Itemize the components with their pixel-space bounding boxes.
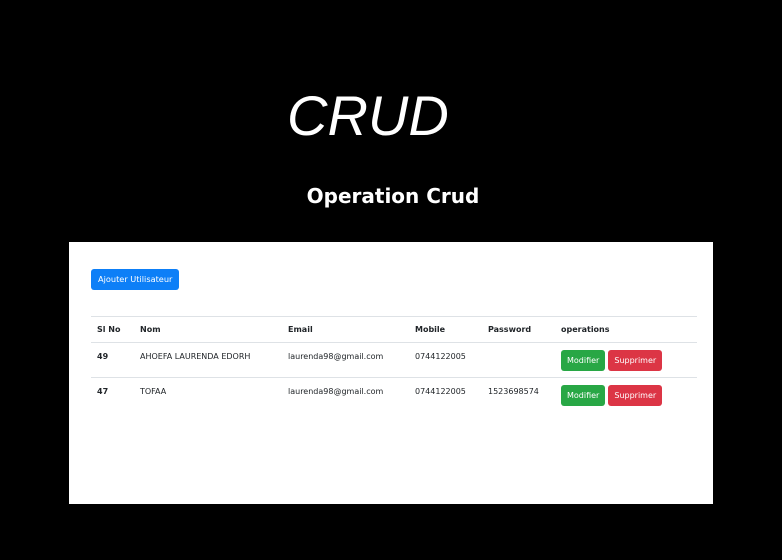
add-user-button[interactable]: Ajouter Utilisateur [91,269,180,290]
cell-slno: 49 [91,342,134,378]
cell-operations: Modifier Supprimer [555,342,697,378]
content-panel: Ajouter Utilisateur Sl No Nom Email Mobi… [69,242,713,504]
modify-button[interactable]: Modifier [561,350,606,371]
delete-button[interactable]: Supprimer [608,385,663,406]
row-actions: Modifier Supprimer [561,385,691,406]
cell-operations: Modifier Supprimer [555,378,697,413]
table-row: 49 AHOEFA LAURENDA EDORH laurenda98@gmai… [91,342,697,378]
logo-title: CRUD [287,84,449,147]
cell-mobile: 0744122005 [409,342,482,378]
users-table: Sl No Nom Email Mobile Password operatio… [91,316,697,413]
column-header-slno: Sl No [91,316,134,343]
cell-slno: 47 [97,387,109,396]
cell-password [482,342,555,378]
delete-button[interactable]: Supprimer [608,350,663,371]
column-header-nom: Nom [134,316,282,343]
modify-button[interactable]: Modifier [561,385,606,406]
cell-email: laurenda98@gmail.com [288,387,384,396]
table-header-row: Sl No Nom Email Mobile Password operatio… [91,316,697,343]
cell-password: 1523698574 [488,387,539,396]
page-subtitle: Operation Crud [306,184,480,208]
row-actions: Modifier Supprimer [561,350,691,371]
column-header-mobile: Mobile [409,316,482,343]
cell-nom: TOFAA [140,387,167,396]
cell-mobile: 0744122005 [415,387,466,396]
table-row: 47 TOFAA laurenda98@gmail.com 0744122005… [91,378,697,413]
page: CRUD Operation Crud Ajouter Utilisateur … [0,0,782,560]
cell-nom: AHOEFA LAURENDA EDORH [134,342,282,378]
cell-email: laurenda98@gmail.com [282,342,409,378]
column-header-email: Email [282,316,409,343]
column-header-password: Password [482,316,555,343]
column-header-operations: operations [555,316,697,343]
